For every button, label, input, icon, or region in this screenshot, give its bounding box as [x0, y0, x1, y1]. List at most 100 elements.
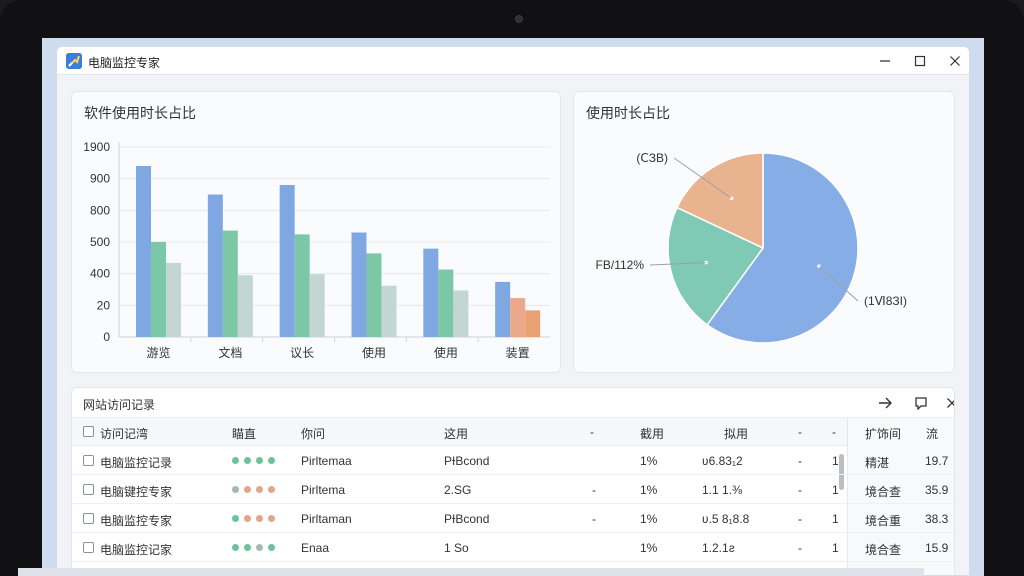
window-title: 电脑监控专家: [88, 56, 161, 70]
status-dot: [256, 515, 263, 522]
row-side-value: 19.7: [925, 454, 949, 468]
status-dots: [232, 515, 275, 522]
x-tick-label: 使用: [362, 345, 386, 360]
row-cell-c3: Pirltema: [301, 483, 346, 497]
column-header[interactable]: 截用: [640, 425, 664, 442]
status-dot: [268, 457, 275, 464]
export-button[interactable]: [876, 393, 896, 413]
side-column-header[interactable]: 扩饰间: [865, 425, 901, 442]
bar: [294, 234, 310, 337]
row-checkbox[interactable]: [83, 542, 94, 553]
status-dot: [256, 544, 263, 551]
column-header[interactable]: 瞄直: [232, 425, 256, 442]
table-title: 网站访问记录: [83, 398, 156, 412]
bar: [166, 262, 181, 337]
row-cell-c8: -: [798, 454, 802, 468]
bar: [525, 310, 541, 337]
row-side-label: 境合查: [865, 543, 902, 557]
pie-label: FB/112%: [596, 258, 645, 272]
minimize-button[interactable]: [874, 50, 896, 72]
app-window: 电脑监控专家 软件使用时长占比 0 20 400 500 800 900 190…: [56, 46, 970, 576]
x-tick-label: 议长: [290, 346, 314, 360]
website-log-panel: 网站访问记录 访问记湾 瞄直 你问 这用 - 截用 拟用 - - 扩饰间 流 电…: [71, 387, 955, 575]
row-cell-c3: Enaa: [301, 541, 330, 555]
x-tick-label: 装置: [506, 346, 530, 360]
y-tick-label: 800: [90, 203, 110, 217]
popout-button[interactable]: [911, 393, 931, 413]
panel-close-button[interactable]: [942, 393, 954, 413]
y-tick-label: 400: [90, 267, 110, 281]
row-side-label: 精湛: [865, 456, 890, 470]
row-cell-c9: 1: [832, 454, 839, 468]
column-header[interactable]: -: [832, 425, 836, 439]
column-header[interactable]: 拟用: [724, 425, 748, 442]
bar-chart: 0 20 400 500 800 900 1900 游览 文档 议长 使用 使用 装置: [83, 140, 550, 360]
column-header[interactable]: -: [798, 425, 802, 439]
status-dots: [232, 544, 275, 551]
bar: [438, 269, 454, 337]
status-dot: [268, 544, 275, 551]
bar: [381, 285, 397, 337]
status-dot: [256, 457, 263, 464]
y-tick-label: 0: [103, 330, 110, 344]
bar: [366, 253, 382, 337]
status-dots: [232, 457, 275, 464]
column-header[interactable]: 这用: [444, 425, 468, 442]
status-dot: [268, 486, 275, 493]
row-side-value: 35.9: [925, 483, 949, 497]
status-dot: [232, 457, 239, 464]
bar: [207, 194, 223, 337]
close-button[interactable]: [944, 50, 966, 72]
table-row[interactable]: 电脑监控记录 Pirltemaa PƗBcond 1% ʋ6.83₁2 - 1 精湛 19.7: [72, 446, 954, 475]
status-dot: [232, 544, 239, 551]
status-dot: [256, 486, 263, 493]
table-row[interactable]: 电脑监控记家 Enaa 1 So 1% 1.2.1ƨ - 1 境合查 15.9: [72, 533, 954, 562]
export-icon: [879, 397, 892, 409]
bar: [309, 274, 325, 337]
y-tick-label: 20: [97, 298, 111, 312]
row-checkbox[interactable]: [83, 455, 94, 466]
row-cell-c7: 1.1 1.⅜: [702, 483, 743, 497]
table-row[interactable]: 电脑键控专家 Pirltema 2.SG - 1% 1.1 1.⅜ - 1 境合查 35.9: [72, 475, 954, 504]
row-cell-c6: 1%: [640, 512, 658, 526]
pie-chart-panel: 使用时长占比 (1Ⅵ8ЗІ) FB/112% (ⅭЗB): [573, 91, 955, 373]
column-header[interactable]: 你问: [301, 425, 325, 442]
screen: 电脑监控专家 软件使用时长占比 0 20 400 500 800 900 190…: [42, 38, 984, 576]
status-dot: [244, 515, 251, 522]
row-side-value: 15.9: [925, 541, 949, 555]
row-checkbox[interactable]: [83, 513, 94, 524]
row-cell-c5: -: [592, 483, 596, 497]
row-side-label: 境合查: [865, 485, 902, 499]
side-column-header[interactable]: 流: [926, 425, 938, 442]
row-cell-c8: -: [798, 512, 802, 526]
maximize-icon: [914, 55, 926, 67]
column-header[interactable]: 访问记湾: [100, 425, 148, 442]
bar: [151, 242, 166, 337]
status-dot: [268, 515, 275, 522]
bar: [237, 275, 253, 337]
app-icon: [66, 53, 82, 69]
row-side-value: 38.3: [925, 512, 949, 526]
column-header[interactable]: -: [590, 425, 594, 439]
close-icon: [950, 56, 960, 66]
bar-chart-panel: 软件使用时长占比 0 20 400 500 800 900 1900 游览 文档 议长 使用 使用 装置: [71, 91, 561, 373]
row-name: 电脑监控记家: [100, 543, 173, 557]
status-dots: [232, 486, 275, 493]
row-cell-c7: 1.2.1ƨ: [702, 541, 735, 555]
row-cell-c9: 1: [832, 483, 839, 497]
status-dot: [244, 486, 251, 493]
row-cell-c6: 1%: [640, 541, 658, 555]
row-side-label: 境合重: [865, 514, 902, 528]
taskbar-edge: [18, 568, 924, 576]
row-name: 电脑监控记录: [100, 456, 173, 470]
select-all-checkbox[interactable]: [83, 426, 94, 437]
table-panel-header: 网站访问记录: [72, 388, 954, 418]
table-row[interactable]: 电脑监控专家 Pirltaman PƗBcond - 1% ʋ.5 8₁8.8 - 1 境合重 3…: [72, 504, 954, 533]
row-cell-c8: -: [798, 483, 802, 497]
row-checkbox[interactable]: [83, 484, 94, 495]
maximize-button[interactable]: [909, 50, 931, 72]
y-tick-label: 1900: [83, 140, 110, 154]
status-dot: [244, 457, 251, 464]
pie-chart: (1Ⅵ8ЗІ) FB/112% (ⅭЗB): [596, 151, 907, 344]
row-cell-c9: 1: [832, 541, 839, 555]
